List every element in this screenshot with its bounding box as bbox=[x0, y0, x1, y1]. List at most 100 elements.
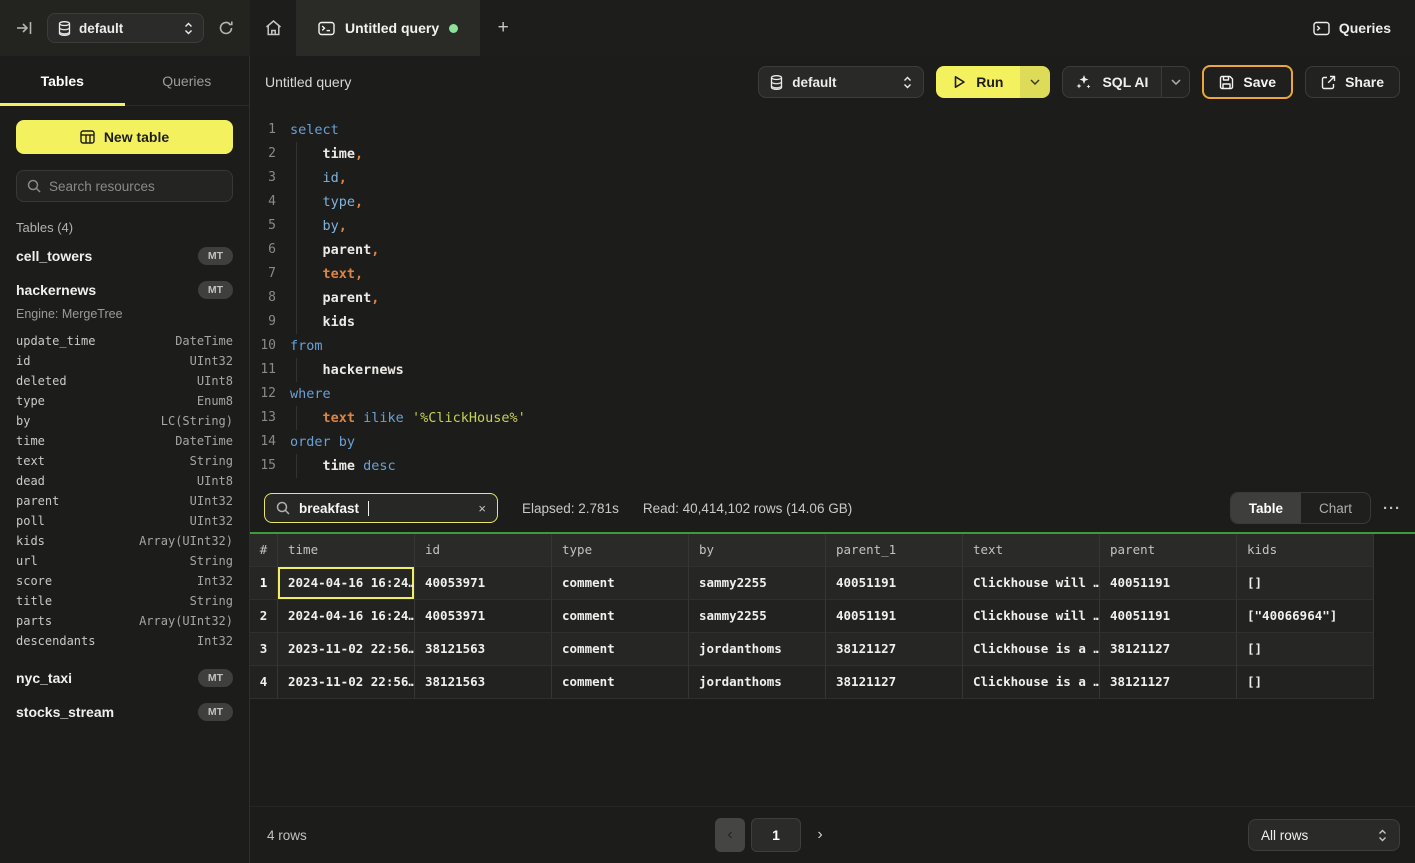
table-row[interactable]: 22024-04-16 16:24…40053971commentsammy22… bbox=[250, 600, 1374, 633]
table-cell[interactable]: ["40066964"] bbox=[1237, 600, 1374, 633]
table-row[interactable]: 12024-04-16 16:24…40053971commentsammy22… bbox=[250, 567, 1374, 600]
sidebar-tab-tables[interactable]: Tables bbox=[0, 56, 125, 105]
row-index: 2 bbox=[250, 600, 278, 633]
column-header-kids[interactable]: kids bbox=[1237, 534, 1374, 567]
query-database-selector[interactable]: default bbox=[758, 66, 924, 98]
table-cell[interactable]: 40051191 bbox=[826, 600, 963, 633]
table-cell[interactable]: [] bbox=[1237, 633, 1374, 666]
table-cell[interactable]: Clickhouse is a … bbox=[963, 633, 1100, 666]
sql-ai-options-button[interactable] bbox=[1161, 67, 1189, 97]
editor-line[interactable]: 6 parent, bbox=[250, 238, 1415, 262]
editor-line[interactable]: 8 parent, bbox=[250, 286, 1415, 310]
clear-search-icon[interactable]: × bbox=[478, 501, 486, 516]
editor-line[interactable]: 12where bbox=[250, 382, 1415, 406]
editor-line[interactable]: 15 time desc bbox=[250, 454, 1415, 478]
table-cell[interactable]: 40053971 bbox=[415, 567, 552, 600]
sql-ai-button[interactable]: SQL AI bbox=[1063, 74, 1161, 90]
run-options-button[interactable] bbox=[1020, 66, 1050, 98]
column-header-by[interactable]: by bbox=[689, 534, 826, 567]
prev-page-button[interactable]: ‹ bbox=[715, 818, 745, 852]
editor-line[interactable]: 3 id, bbox=[250, 166, 1415, 190]
table-cell[interactable]: jordanthoms bbox=[689, 666, 826, 699]
new-table-button[interactable]: New table bbox=[16, 120, 233, 154]
resource-search-input[interactable]: Search resources bbox=[16, 170, 233, 202]
save-button[interactable]: Save bbox=[1202, 65, 1293, 99]
queries-button[interactable]: Queries bbox=[1289, 0, 1415, 56]
table-cell[interactable]: comment bbox=[552, 567, 689, 600]
database-selector[interactable]: default bbox=[47, 13, 204, 43]
view-toggle-table[interactable]: Table bbox=[1231, 493, 1301, 523]
editor-line[interactable]: 7 text, bbox=[250, 262, 1415, 286]
page-size-value: All rows bbox=[1261, 828, 1370, 843]
table-cell[interactable]: Clickhouse will … bbox=[963, 567, 1100, 600]
table-item-hackernews[interactable]: hackernewsMT bbox=[0, 273, 249, 307]
home-icon[interactable] bbox=[250, 0, 296, 56]
table-cell[interactable]: jordanthoms bbox=[689, 633, 826, 666]
editor-line[interactable]: 2 time, bbox=[250, 142, 1415, 166]
table-cell[interactable]: 2024-04-16 16:24… bbox=[278, 567, 415, 600]
table-cell[interactable]: comment bbox=[552, 600, 689, 633]
table-cell[interactable]: 40051191 bbox=[1100, 567, 1237, 600]
table-cell[interactable]: 38121127 bbox=[826, 666, 963, 699]
new-tab-button[interactable]: + bbox=[480, 0, 526, 56]
table-cell[interactable]: comment bbox=[552, 633, 689, 666]
editor-line[interactable]: 14order by bbox=[250, 430, 1415, 454]
table-cell[interactable]: 38121563 bbox=[415, 666, 552, 699]
table-cell[interactable]: 40053971 bbox=[415, 600, 552, 633]
column-header-type[interactable]: type bbox=[552, 534, 689, 567]
view-toggle-chart[interactable]: Chart bbox=[1301, 493, 1370, 523]
next-page-button[interactable]: › bbox=[807, 818, 833, 852]
sidebar-tab-queries[interactable]: Queries bbox=[125, 56, 250, 105]
editor-line[interactable]: 1select bbox=[250, 118, 1415, 142]
tab-untitled-query[interactable]: Untitled query bbox=[296, 0, 480, 56]
column-header-id[interactable]: id bbox=[415, 534, 552, 567]
table-cell[interactable]: 2023-11-02 22:56… bbox=[278, 633, 415, 666]
table-name: stocks_stream bbox=[16, 704, 114, 720]
current-page-button[interactable]: 1 bbox=[751, 818, 801, 852]
results-toolbar: breakfast × Elapsed: 2.781s Read: 40,414… bbox=[250, 484, 1415, 532]
sql-editor[interactable]: 1select2 time,3 id,4 type,5 by,6 parent,… bbox=[250, 108, 1415, 482]
table-cell[interactable]: 38121127 bbox=[1100, 666, 1237, 699]
column-header-text[interactable]: text bbox=[963, 534, 1100, 567]
results-search-input[interactable]: breakfast × bbox=[264, 493, 498, 523]
column-header-time[interactable]: time bbox=[278, 534, 415, 567]
editor-line[interactable]: 13 text ilike '%ClickHouse%' bbox=[250, 406, 1415, 430]
table-cell[interactable]: sammy2255 bbox=[689, 600, 826, 633]
editor-line[interactable]: 9 kids bbox=[250, 310, 1415, 334]
collapse-sidebar-icon[interactable] bbox=[16, 21, 33, 35]
column-header-parent_1[interactable]: parent_1 bbox=[826, 534, 963, 567]
table-cell[interactable]: sammy2255 bbox=[689, 567, 826, 600]
table-item-stocks_stream[interactable]: stocks_streamMT bbox=[0, 695, 249, 729]
table-cell[interactable]: 2024-04-16 16:24… bbox=[278, 600, 415, 633]
editor-line[interactable]: 10from bbox=[250, 334, 1415, 358]
table-row[interactable]: 32023-11-02 22:56…38121563commentjordant… bbox=[250, 633, 1374, 666]
row-index: 4 bbox=[250, 666, 278, 699]
table-cell[interactable]: 2023-11-02 22:56… bbox=[278, 666, 415, 699]
table-row[interactable]: 42023-11-02 22:56…38121563commentjordant… bbox=[250, 666, 1374, 699]
table-cell[interactable]: 38121127 bbox=[1100, 633, 1237, 666]
run-button[interactable]: Run bbox=[936, 66, 1020, 98]
table-cell[interactable]: 38121563 bbox=[415, 633, 552, 666]
table-cell[interactable]: 38121127 bbox=[826, 633, 963, 666]
table-item-cell_towers[interactable]: cell_towersMT bbox=[0, 239, 249, 273]
queries-label: Queries bbox=[1339, 20, 1391, 36]
table-cell[interactable]: [] bbox=[1237, 666, 1374, 699]
table-cell[interactable]: 40051191 bbox=[1100, 600, 1237, 633]
table-cell[interactable]: Clickhouse will … bbox=[963, 600, 1100, 633]
more-options-icon[interactable]: ··· bbox=[1383, 500, 1401, 517]
editor-line[interactable]: 5 by, bbox=[250, 214, 1415, 238]
column-header-parent[interactable]: parent bbox=[1100, 534, 1237, 567]
line-number: 6 bbox=[250, 238, 276, 262]
table-cell[interactable]: 40051191 bbox=[826, 567, 963, 600]
table-cell[interactable]: comment bbox=[552, 666, 689, 699]
table-cell[interactable]: Clickhouse is a … bbox=[963, 666, 1100, 699]
share-button[interactable]: Share bbox=[1305, 66, 1400, 98]
table-item-nyc_taxi[interactable]: nyc_taxiMT bbox=[0, 661, 249, 695]
editor-line[interactable]: 11 hackernews bbox=[250, 358, 1415, 382]
table-cell[interactable]: [] bbox=[1237, 567, 1374, 600]
page-size-selector[interactable]: All rows bbox=[1248, 819, 1400, 851]
column-header-#[interactable]: # bbox=[250, 534, 278, 567]
refresh-icon[interactable] bbox=[218, 20, 234, 36]
editor-line[interactable]: 4 type, bbox=[250, 190, 1415, 214]
view-toggle: Table Chart bbox=[1230, 492, 1371, 524]
